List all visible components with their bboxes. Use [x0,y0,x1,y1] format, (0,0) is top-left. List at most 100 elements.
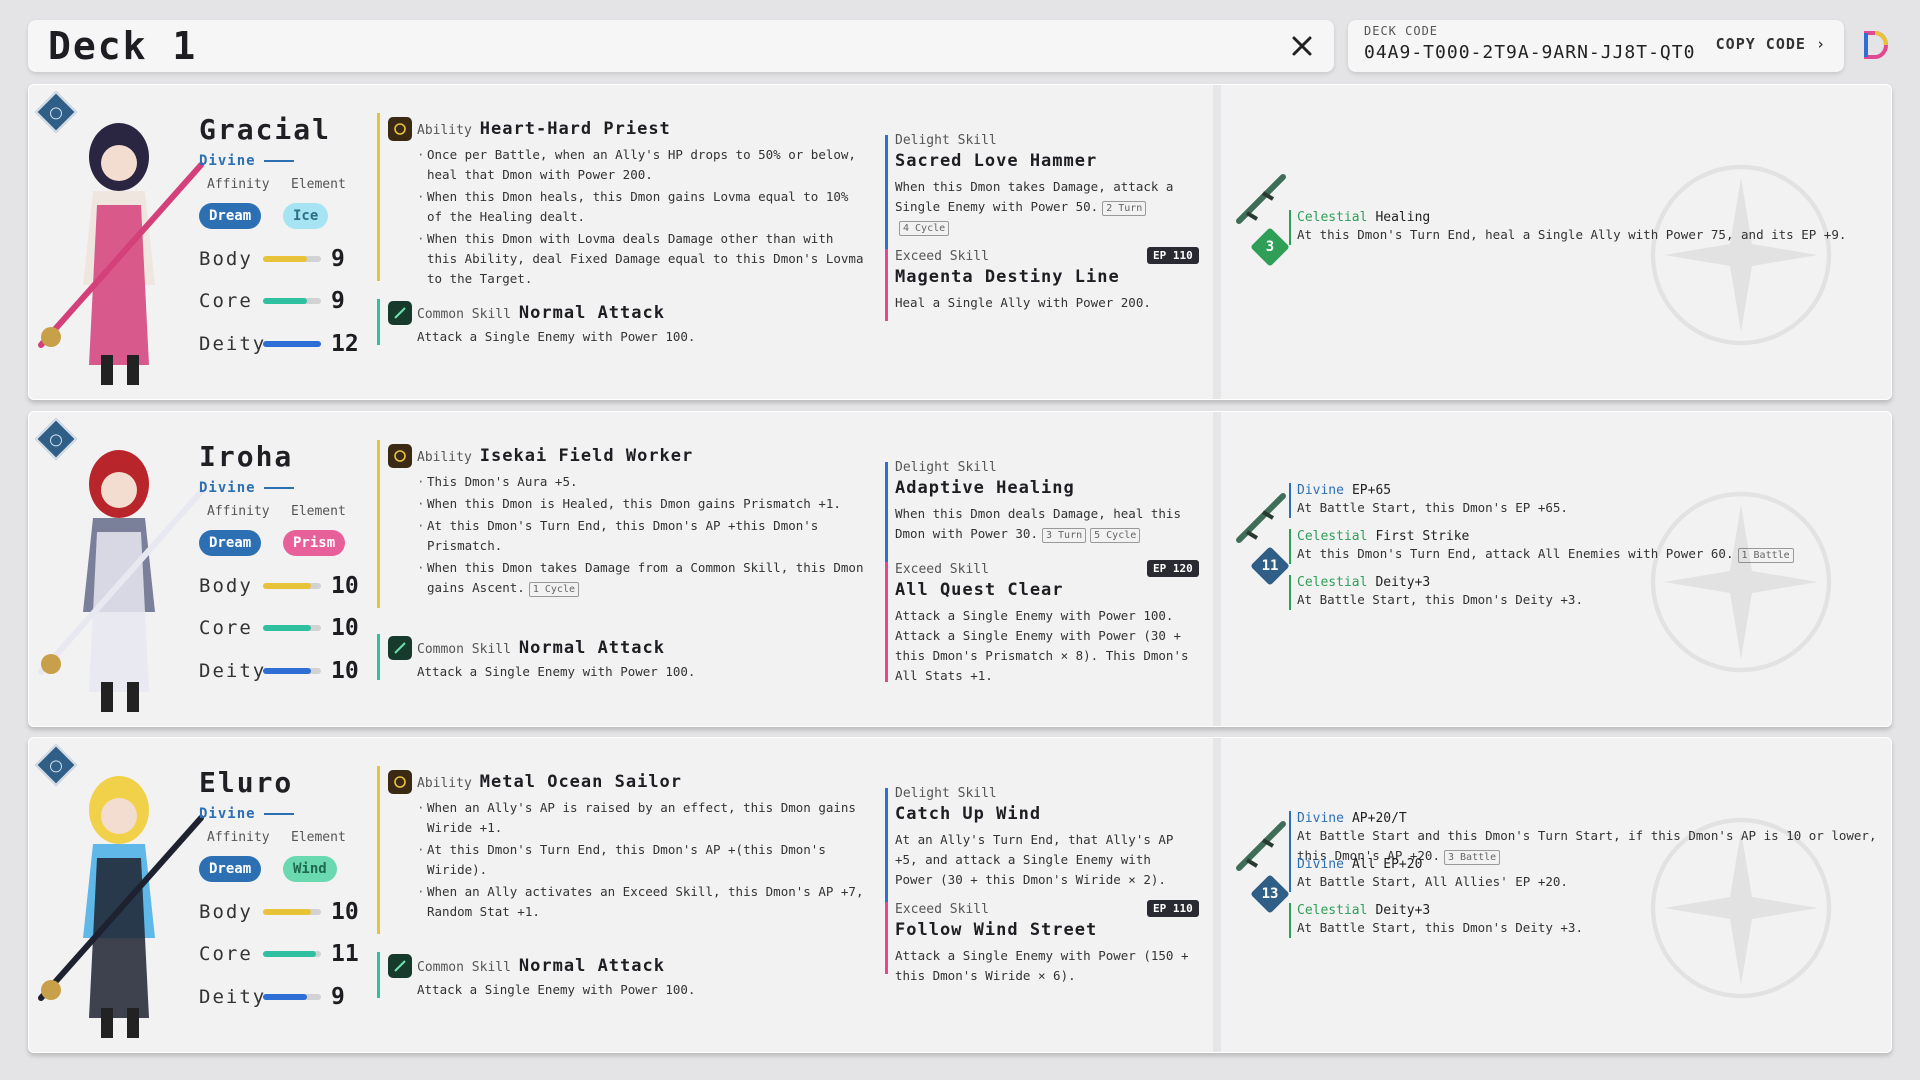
ability-header: Ability Heart-Hard Priest [417,119,671,139]
stat-bar [263,341,321,347]
stat-core: Core 11 [199,940,359,968]
ability-accent-bar [377,113,380,281]
cooldown-tag: 3 Turn [1042,528,1087,543]
equipment-effect-name: Healing [1375,210,1431,225]
stat-label: Body [199,575,253,597]
exceed-accent-bar [885,902,888,974]
stat-label: Deity [199,333,267,355]
common-skill-kind-label: Common Skill [417,642,511,657]
ability-line: This Dmon's Aura +5. [417,472,869,492]
common-skill-icon [388,636,412,660]
ability-description: When an Ally's AP is raised by an effect… [417,798,869,924]
delight-skill-kind-label: Delight Skill [895,460,997,475]
stat-bar-fill [263,994,307,1000]
copy-code-button[interactable]: COPY CODE › [1716,35,1826,53]
character-portrait[interactable] [31,432,207,722]
stat-bar [263,668,321,674]
equipment-effect-name: First Strike [1375,529,1470,544]
common-skill-header: Common Skill Normal Attack [417,638,665,658]
common-skill-kind-label: Common Skill [417,307,511,322]
exceed-skill-description: Attack a Single Enemy with Power 100. At… [895,608,1189,683]
stat-value: 12 [331,331,359,357]
watermark-ornament-icon [1650,817,1832,999]
stat-bar-fill [263,256,307,262]
equipment-effect-name: Deity+3 [1375,575,1431,590]
stat-body: Body 10 [199,572,359,600]
common-skill-header: Common Skill Normal Attack [417,303,665,323]
stat-label: Core [199,943,253,965]
character-portrait[interactable] [31,105,207,395]
delight-skill-description: When this Dmon deals Damage, heal this D… [895,506,1181,543]
equipment-effect-type: Divine [1297,857,1344,872]
close-button[interactable] [1286,30,1318,62]
equipment-weapon-icon[interactable] [1233,818,1289,874]
deck-card: Eluro Divine Affinity Element Dream Wind Body 1… [28,737,1892,1053]
element-pill: Prism [283,530,346,556]
ability-icon [388,117,412,141]
common-skill-name: Normal Attack [518,956,665,976]
watermark-ornament-icon [1650,164,1832,346]
delight-skill-kind-label: Delight Skill [895,133,997,148]
equipment-effect-name: AP+20/T [1351,811,1407,826]
delight-skill-name: Adaptive Healing [895,478,1075,498]
equipment-effect: Divine All EP+20 At Battle Start, All Alli… [1289,857,1568,892]
equipment-weapon-icon[interactable] [1233,171,1289,227]
ability-line: At this Dmon's Turn End, this Dmon's AP … [417,840,869,880]
stat-core: Core 9 [199,287,345,315]
character-class: Divine [199,806,294,822]
equipment-effect-name: Deity+3 [1375,903,1431,918]
common-skill-name: Normal Attack [518,303,665,323]
watermark-ornament-icon [1650,491,1832,673]
stat-value: 10 [331,573,359,599]
stat-bar-fill [263,298,307,304]
element-label: Element [291,177,346,192]
ability-line: Once per Battle, when an Ally's HP drops… [417,145,869,185]
equipment-effect-description: At Battle Start, All Allies' EP +20. [1297,874,1568,889]
ability-accent-bar [377,766,380,934]
equipment-effect-description: At Battle Start, this Dmon's EP +65. [1297,500,1568,515]
stat-bar [263,994,321,1000]
exceed-skill-name: Follow Wind Street [895,920,1098,940]
stat-deity: Deity 10 [199,657,359,685]
delight-skill-description: At an Ally's Turn End, that Ally's AP +5… [895,832,1174,887]
stat-label: Core [199,617,253,639]
ability-name: Metal Ocean Sailor [479,772,683,792]
equipment-effect: Celestial Deity+3 At Battle Start, this Dm… [1289,575,1583,610]
common-accent-bar [377,299,380,345]
common-accent-bar [377,952,380,998]
ability-description: Once per Battle, when an Ally's HP drops… [417,145,869,291]
common-skill-header: Common Skill Normal Attack [417,956,665,976]
stat-bar-fill [263,668,312,674]
delight-accent-bar [885,788,888,908]
ability-line: When this Dmon takes Damage from a Commo… [417,558,869,598]
stat-body: Body 9 [199,245,345,273]
equipment-effect-type: Celestial [1297,575,1368,590]
equipment-effect-header: Celestial Deity+3 [1297,903,1583,918]
exceed-ep-badge: EP 110 [1147,900,1199,917]
stat-deity: Deity 12 [199,330,359,358]
cooldown-tag: 4 Cycle [899,221,950,236]
card-divider [1213,738,1221,1052]
equipment-effect-type: Divine [1297,483,1344,498]
stat-value: 9 [331,984,345,1010]
stat-bar [263,951,321,957]
cooldown-tag: 2 Turn [1102,201,1147,216]
common-skill-icon [388,301,412,325]
exceed-skill-name: Magenta Destiny Line [895,267,1120,287]
ability-name: Isekai Field Worker [479,446,694,466]
deck-title: Deck 1 [48,24,198,68]
character-portrait[interactable] [31,758,207,1048]
close-icon [1292,36,1312,56]
equipment-level: 3 [1265,239,1275,255]
ability-description: This Dmon's Aura +5.When this Dmon is He… [417,472,869,600]
stat-value: 9 [331,246,345,272]
stat-deity: Deity 9 [199,983,345,1011]
stat-value: 10 [331,615,359,641]
stat-value: 10 [331,899,359,925]
equipment-weapon-icon[interactable] [1233,490,1289,546]
common-skill-kind-label: Common Skill [417,960,511,975]
stat-value: 11 [331,941,359,967]
ability-line: When this Dmon with Lovma deals Damage o… [417,229,869,289]
delight-accent-bar [885,135,888,255]
stat-bar [263,298,321,304]
